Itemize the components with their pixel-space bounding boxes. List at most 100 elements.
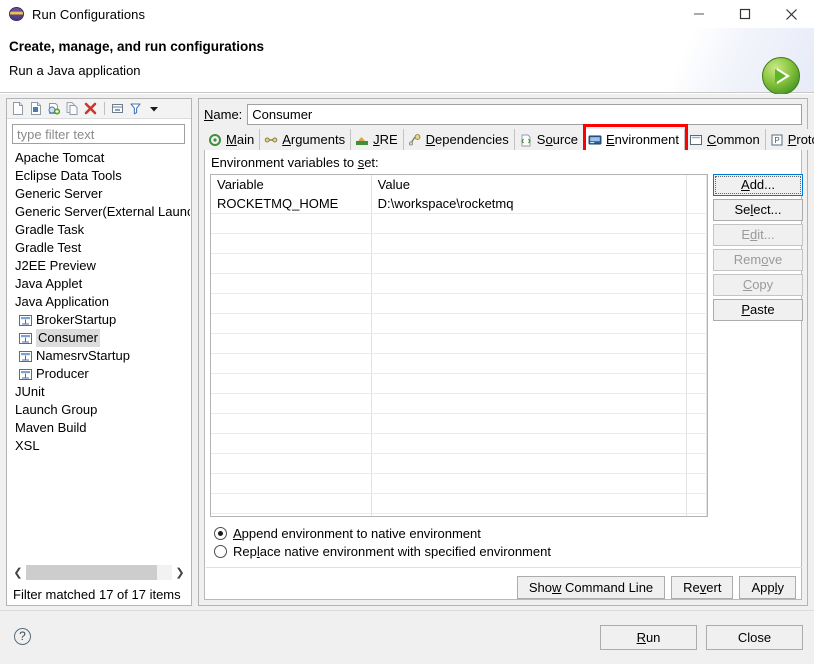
table-row[interactable]: ROCKETMQ_HOME D:\workspace\rocketmq bbox=[211, 194, 707, 214]
minimize-icon[interactable] bbox=[676, 0, 722, 28]
cell-empty bbox=[371, 353, 687, 374]
cell-empty bbox=[686, 413, 707, 434]
apply-divider bbox=[206, 567, 802, 568]
tree-toolbar bbox=[7, 99, 191, 119]
table-empty-row bbox=[211, 213, 707, 234]
tab-dependencies[interactable]: Dependencies bbox=[403, 129, 515, 150]
table-empty-row bbox=[211, 433, 707, 454]
tab-label: Arguments bbox=[282, 132, 346, 147]
prototype-icon: P bbox=[770, 133, 784, 147]
environment-tab-panel: Environment variables to set: Variable V… bbox=[204, 150, 803, 600]
run-button[interactable]: Run bbox=[600, 625, 697, 650]
scroll-track[interactable] bbox=[26, 565, 172, 580]
tree-item-java-application[interactable]: Java Application bbox=[8, 293, 190, 311]
tab-common[interactable]: Common bbox=[684, 129, 766, 150]
scroll-left-icon[interactable]: ❮ bbox=[10, 565, 26, 580]
new-configuration-icon[interactable] bbox=[10, 100, 27, 117]
configuration-tabs[interactable]: Main Arguments JRE Dependencies Source Enviro… bbox=[204, 129, 814, 151]
add-button[interactable]: Add... bbox=[713, 174, 803, 196]
cell-empty bbox=[211, 313, 372, 334]
paste-button[interactable]: Paste bbox=[713, 299, 803, 321]
column-header-value[interactable]: Value bbox=[371, 175, 687, 194]
footer-buttons: Run Close bbox=[600, 625, 803, 650]
table-empty-row bbox=[211, 393, 707, 414]
cell-empty bbox=[686, 353, 707, 374]
name-input[interactable] bbox=[247, 104, 802, 125]
cell-variable: ROCKETMQ_HOME bbox=[211, 194, 372, 214]
radio-append-indicator[interactable] bbox=[214, 527, 227, 540]
close-button[interactable]: Close bbox=[706, 625, 803, 650]
tab-prototype[interactable]: P Prototype bbox=[765, 129, 814, 150]
table-empty-row bbox=[211, 493, 707, 514]
maximize-icon[interactable] bbox=[722, 0, 768, 28]
toolbar-separator bbox=[104, 102, 105, 115]
tree-item-gradle-task[interactable]: Gradle Task bbox=[8, 221, 190, 239]
tree-horizontal-scrollbar[interactable]: ❮ ❯ bbox=[10, 564, 188, 581]
tree-item-brokerstartup[interactable]: BrokerStartup bbox=[8, 311, 190, 329]
new-prototype-icon[interactable] bbox=[28, 100, 45, 117]
page-subtitle: Run a Java application bbox=[9, 63, 141, 78]
tree-item-launch-group[interactable]: Launch Group bbox=[8, 401, 190, 419]
tree-item-apache-tomcat[interactable]: Apache Tomcat bbox=[8, 149, 190, 167]
configuration-editor-panel: Name: Main Arguments JRE Dependencies Source… bbox=[198, 98, 814, 606]
tree-item-xsl[interactable]: XSL bbox=[8, 437, 190, 455]
filter-icon[interactable] bbox=[127, 100, 144, 117]
tree-item-label: Consumer bbox=[36, 329, 100, 347]
column-header-variable[interactable]: Variable bbox=[211, 175, 372, 194]
radio-replace-environment[interactable]: Replace native environment with specifie… bbox=[214, 544, 551, 559]
cell-empty bbox=[211, 493, 372, 514]
close-icon[interactable] bbox=[768, 0, 814, 28]
export-icon[interactable] bbox=[46, 100, 63, 117]
cell-empty bbox=[211, 393, 372, 414]
help-question-icon[interactable]: ? bbox=[14, 628, 31, 645]
tab-main[interactable]: Main bbox=[204, 129, 261, 150]
tree-item-consumer[interactable]: Consumer bbox=[8, 329, 190, 347]
column-header-extra bbox=[686, 175, 707, 194]
cell-empty bbox=[211, 473, 372, 494]
tab-source[interactable]: Source bbox=[514, 129, 584, 150]
tab-arguments[interactable]: Arguments bbox=[260, 129, 352, 150]
cell-empty bbox=[211, 233, 372, 254]
cell-empty bbox=[211, 293, 372, 314]
select-button[interactable]: Select... bbox=[713, 199, 803, 221]
environment-icon bbox=[588, 133, 602, 147]
scroll-right-icon[interactable]: ❯ bbox=[172, 565, 188, 580]
tree-item-producer[interactable]: Producer bbox=[8, 365, 190, 383]
dialog-header: Create, manage, and run configurations R… bbox=[0, 28, 814, 95]
cell-empty bbox=[211, 373, 372, 394]
tree-item-gradle-test[interactable]: Gradle Test bbox=[8, 239, 190, 257]
radio-append-environment[interactable]: Append environment to native environment bbox=[214, 526, 481, 541]
view-menu-icon[interactable] bbox=[145, 100, 162, 117]
cell-empty bbox=[371, 233, 687, 254]
tree-item-j2ee-preview[interactable]: J2EE Preview bbox=[8, 257, 190, 275]
environment-table-wrapper[interactable]: Variable Value ROCKETMQ_HOME D:\workspace… bbox=[210, 174, 708, 517]
collapse-all-icon[interactable] bbox=[109, 100, 126, 117]
filter-input[interactable] bbox=[12, 124, 185, 144]
tree-item-eclipse-data-tools[interactable]: Eclipse Data Tools bbox=[8, 167, 190, 185]
apply-button[interactable]: Apply bbox=[739, 576, 796, 599]
main-target-icon bbox=[208, 133, 222, 147]
table-header-row: Variable Value bbox=[211, 175, 707, 194]
tab-environment[interactable]: Environment bbox=[583, 129, 685, 150]
scroll-thumb[interactable] bbox=[26, 565, 157, 580]
table-empty-row bbox=[211, 373, 707, 394]
table-empty-row bbox=[211, 253, 707, 274]
tree-item-namesrvstartup[interactable]: NamesrvStartup bbox=[8, 347, 190, 365]
tree-item-generic-server-external-launch[interactable]: Generic Server(External Launch) bbox=[8, 203, 190, 221]
cell-empty bbox=[211, 433, 372, 454]
radio-replace-indicator[interactable] bbox=[214, 545, 227, 558]
tree-item-junit[interactable]: JUnit bbox=[8, 383, 190, 401]
tab-jre[interactable]: JRE bbox=[351, 129, 404, 150]
configurations-tree[interactable]: Apache Tomcat Eclipse Data Tools Generic S… bbox=[8, 149, 190, 559]
tree-item-generic-server[interactable]: Generic Server bbox=[8, 185, 190, 203]
revert-button[interactable]: Revert bbox=[671, 576, 734, 599]
tree-item-java-applet[interactable]: Java Applet bbox=[8, 275, 190, 293]
delete-icon[interactable] bbox=[82, 100, 99, 117]
jre-icon bbox=[355, 133, 369, 147]
window-controls bbox=[676, 0, 814, 28]
cell-empty bbox=[371, 433, 687, 454]
show-command-line-button[interactable]: Show Command Line bbox=[516, 576, 666, 599]
cell-empty bbox=[371, 253, 687, 274]
duplicate-icon[interactable] bbox=[64, 100, 81, 117]
tree-item-maven-build[interactable]: Maven Build bbox=[8, 419, 190, 437]
